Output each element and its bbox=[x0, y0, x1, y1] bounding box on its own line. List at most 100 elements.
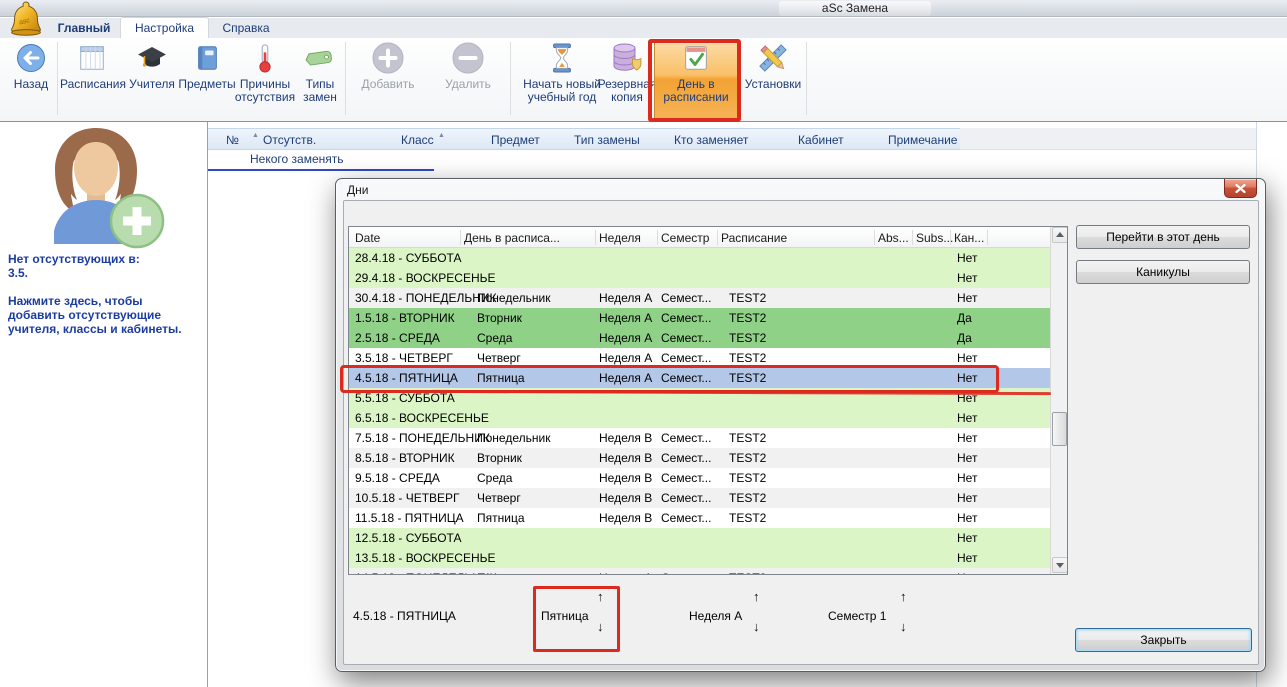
dialog-title: Дни bbox=[347, 183, 368, 197]
main-column-header[interactable]: Отсутств. bbox=[263, 133, 316, 147]
days-column-header[interactable]: Date bbox=[355, 231, 380, 245]
days-scrollbar[interactable] bbox=[1050, 227, 1068, 574]
day-cell: Пятница bbox=[477, 371, 525, 385]
tab-spravka[interactable]: Справка bbox=[214, 18, 278, 38]
scroll-thumb[interactable] bbox=[1052, 412, 1067, 446]
days-column-header[interactable]: Abs... bbox=[878, 231, 909, 245]
holidays-button[interactable]: Каникулы bbox=[1076, 260, 1250, 284]
term-cell: Семест... bbox=[661, 331, 711, 345]
substitution-types-icon bbox=[298, 40, 342, 76]
days-column-header[interactable]: Неделя bbox=[599, 231, 641, 245]
day-row[interactable]: 6.5.18 - ВОСКРЕСЕНЬЕНет bbox=[349, 408, 1050, 428]
main-column-header[interactable]: Кабинет bbox=[798, 133, 844, 147]
backup-button[interactable]: Резервная копия bbox=[596, 40, 658, 120]
day-row[interactable]: 9.5.18 - СРЕДАСредаНеделя BСемест...TEST… bbox=[349, 468, 1050, 488]
main-column-header[interactable]: Предмет bbox=[491, 133, 540, 147]
day-row[interactable]: 29.4.18 - ВОСКРЕСЕНЬЕНет bbox=[349, 268, 1050, 288]
date-cell: 6.5.18 - ВОСКРЕСЕНЬЕ bbox=[355, 411, 489, 425]
day-row[interactable]: 28.4.18 - СУББОТАНет bbox=[349, 248, 1050, 268]
tab-nastroyka[interactable]: Настройка bbox=[121, 18, 208, 38]
day-row[interactable]: 2.5.18 - СРЕДАСредаНеделя AСемест...TEST… bbox=[349, 328, 1050, 348]
day-row[interactable]: 5.5.18 - СУББОТАНет bbox=[349, 388, 1050, 408]
back-button[interactable]: Назад bbox=[6, 40, 56, 120]
timetables-button[interactable]: Расписания bbox=[60, 40, 124, 120]
absence-reasons-label: Причины отсутствия bbox=[234, 78, 296, 104]
content-divider bbox=[207, 122, 208, 687]
term-cell: Семест... bbox=[661, 351, 711, 365]
week-cell: Неделя A bbox=[599, 291, 652, 305]
week-cell: Неделя B bbox=[599, 431, 652, 445]
subjects-button[interactable]: Предметы bbox=[178, 40, 236, 120]
week-down-arrow[interactable]: ↓ bbox=[753, 620, 760, 634]
day-row[interactable]: 7.5.18 - ПОНЕДЕЛЬНИКПонедельникНеделя BС… bbox=[349, 428, 1050, 448]
add-label: Добавить bbox=[350, 78, 426, 91]
term-up-arrow[interactable]: ↑ bbox=[900, 590, 907, 604]
term-stepper-value: Семестр 1 bbox=[828, 609, 886, 623]
day-row[interactable]: 14.5.18 - ПОНЕДЕЛЬНИКПонедельник Неделя A… bbox=[349, 568, 1050, 575]
settings-icon bbox=[742, 40, 804, 76]
day-up-arrow[interactable]: ↑ bbox=[597, 590, 604, 604]
day-row[interactable]: 8.5.18 - ВТОРНИКВторникНеделя BСемест...… bbox=[349, 448, 1050, 468]
term-cell: Семест... bbox=[661, 471, 711, 485]
day-row[interactable]: 13.5.18 - ВОСКРЕСЕНЬЕНет bbox=[349, 548, 1050, 568]
date-cell: 5.5.18 - СУББОТА bbox=[355, 391, 455, 405]
tt-cell: TEST2 bbox=[729, 331, 766, 345]
tt-cell: TEST2 bbox=[729, 291, 766, 305]
term-down-arrow[interactable]: ↓ bbox=[900, 620, 907, 634]
settings-label: Установки bbox=[742, 78, 804, 91]
week-cell: Неделя B bbox=[599, 511, 652, 525]
term-cell: Семест... bbox=[661, 511, 711, 525]
day-row[interactable]: 30.4.18 - ПОНЕДЕЛЬНИКПонедельникНеделя A… bbox=[349, 288, 1050, 308]
day-in-timetable-button[interactable]: День в расписании bbox=[654, 39, 738, 120]
add-absent-avatar[interactable] bbox=[26, 126, 166, 254]
date-cell: 14.5.18 - ПОНЕДЕЛЬНИК bbox=[355, 571, 497, 575]
subjects-icon bbox=[178, 40, 236, 76]
main-column-header[interactable]: № bbox=[226, 133, 239, 147]
week-up-arrow[interactable]: ↑ bbox=[753, 590, 760, 604]
scroll-up-button[interactable] bbox=[1052, 227, 1068, 243]
kan-cell: Нет bbox=[957, 571, 977, 575]
kan-cell: Да bbox=[957, 331, 972, 345]
day-row[interactable]: 4.5.18 - ПЯТНИЦАПятницаНеделя AСемест...… bbox=[349, 368, 1050, 388]
days-column-header[interactable]: День в расписа... bbox=[464, 231, 560, 245]
goto-day-button[interactable]: Перейти в этот день bbox=[1076, 225, 1250, 249]
tt-cell: TEST2 bbox=[729, 571, 766, 575]
main-column-header[interactable]: Класс bbox=[401, 133, 434, 147]
settings-button[interactable]: Установки bbox=[742, 40, 804, 120]
days-column-header[interactable]: Subs... bbox=[916, 231, 953, 245]
main-column-header[interactable]: Примечание bbox=[888, 133, 957, 147]
dialog-close-button[interactable] bbox=[1224, 179, 1257, 198]
days-column-header[interactable]: Расписание bbox=[721, 231, 787, 245]
term-cell: Семест... bbox=[661, 571, 711, 575]
substitution-types-button[interactable]: Типы замен bbox=[298, 40, 342, 120]
day-down-arrow[interactable]: ↓ bbox=[597, 620, 604, 634]
close-button[interactable]: Закрыть bbox=[1075, 628, 1252, 652]
sort-asc-icon: ▲ bbox=[438, 132, 445, 139]
term-cell: Семест... bbox=[661, 311, 711, 325]
day-row[interactable]: 11.5.18 - ПЯТНИЦАПятницаНеделя BСемест..… bbox=[349, 508, 1050, 528]
main-column-header[interactable]: Тип замены bbox=[574, 133, 640, 147]
day-row[interactable]: 3.5.18 - ЧЕТВЕРГЧетвергНеделя AСемест...… bbox=[349, 348, 1050, 368]
kan-cell: Нет bbox=[957, 351, 977, 365]
teachers-button[interactable]: Учителя bbox=[124, 40, 180, 120]
days-column-header[interactable]: Кан... bbox=[954, 231, 984, 245]
timetables-icon bbox=[60, 40, 124, 76]
ribbon-separator bbox=[345, 42, 346, 115]
week-cell: Неделя A bbox=[599, 571, 652, 575]
kan-cell: Нет bbox=[957, 451, 977, 465]
kan-cell: Нет bbox=[957, 291, 977, 305]
main-column-header[interactable]: Кто заменяет bbox=[674, 133, 748, 147]
ribbon-tabbar: Главный Настройка Справка bbox=[0, 18, 1287, 38]
scroll-down-button[interactable] bbox=[1052, 557, 1068, 573]
tt-cell: TEST2 bbox=[729, 431, 766, 445]
absence-reasons-button[interactable]: Причины отсутствия bbox=[234, 40, 296, 120]
day-in-timetable-icon bbox=[655, 40, 737, 76]
day-row[interactable]: 10.5.18 - ЧЕТВЕРГЧетвергНеделя BСемест..… bbox=[349, 488, 1050, 508]
day-cell: Понедельник bbox=[477, 571, 550, 575]
tt-cell: TEST2 bbox=[729, 471, 766, 485]
day-row[interactable]: 12.5.18 - СУББОТАНет bbox=[349, 528, 1050, 548]
selected-date-label: 4.5.18 - ПЯТНИЦА bbox=[353, 609, 456, 623]
tab-glavny[interactable]: Главный bbox=[48, 18, 120, 38]
days-column-header[interactable]: Семестр bbox=[661, 231, 709, 245]
day-row[interactable]: 1.5.18 - ВТОРНИКВторникНеделя AСемест...… bbox=[349, 308, 1050, 328]
